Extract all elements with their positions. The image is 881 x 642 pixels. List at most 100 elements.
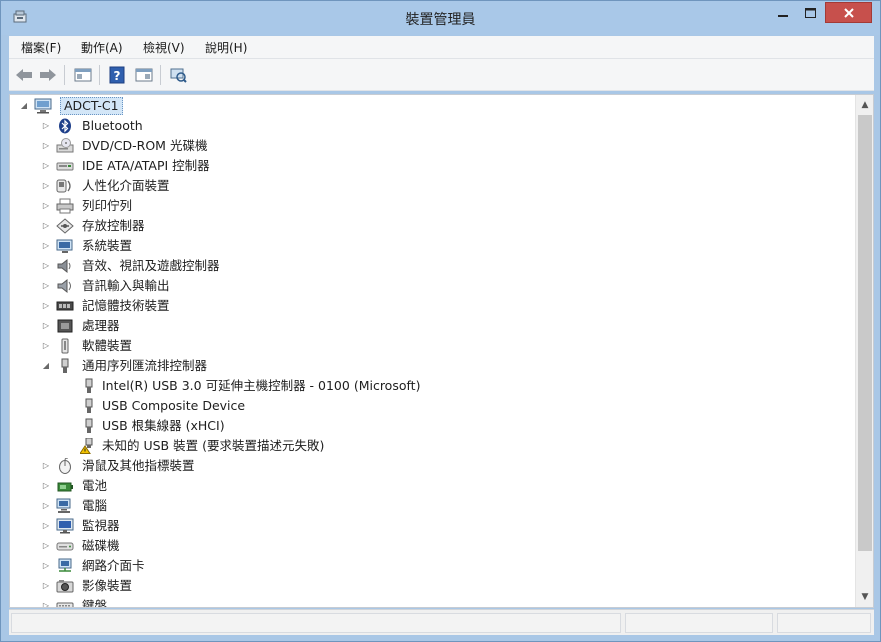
tree-device-node[interactable]: 未知的 USB 裝置 (要求裝置描述元失敗) <box>10 436 850 456</box>
expand-arrow-icon[interactable]: ▷ <box>42 601 50 607</box>
tree-node-label: USB Composite Device <box>102 398 246 413</box>
scroll-down-icon[interactable]: ▼ <box>856 589 873 605</box>
properties-pane-button[interactable] <box>72 65 94 85</box>
toolbar: ? <box>9 59 874 91</box>
expand-arrow-icon[interactable]: ▷ <box>42 181 50 190</box>
tree-node-label: 網路介面卡 <box>82 558 145 573</box>
tree-category-node[interactable]: ▷ 記憶體技術裝置 <box>10 296 850 316</box>
tree-node-label: 記憶體技術裝置 <box>82 298 170 313</box>
tree-node-label: 影像裝置 <box>82 578 133 593</box>
scroll-up-icon[interactable]: ▲ <box>856 97 873 113</box>
expand-arrow-icon[interactable]: ▷ <box>42 281 50 290</box>
tree-category-node[interactable]: ▷ 影像裝置 <box>10 576 850 596</box>
tree-device-node[interactable]: USB Composite Device <box>10 396 850 416</box>
tree-category-node[interactable]: ▷ 滑鼠及其他指標裝置 <box>10 456 850 476</box>
expand-arrow-icon[interactable]: ▷ <box>42 481 50 490</box>
usb-plug-icon <box>85 398 93 413</box>
mouse-icon <box>59 458 71 474</box>
close-icon <box>843 7 854 18</box>
bluetooth-icon <box>59 118 71 134</box>
expand-arrow-icon[interactable]: ▷ <box>42 461 50 470</box>
menu-bar: 檔案(F) 動作(A) 檢視(V) 說明(H) <box>9 36 874 59</box>
expand-arrow-icon[interactable]: ▷ <box>42 221 50 230</box>
expand-arrow-icon[interactable]: ▷ <box>42 141 50 150</box>
system-device-icon <box>56 239 73 253</box>
forward-button[interactable] <box>37 65 59 85</box>
expand-arrow-icon[interactable]: ▷ <box>42 201 50 210</box>
scan-hardware-button[interactable] <box>167 65 189 85</box>
ide-controller-icon <box>56 162 74 171</box>
view-pane-button[interactable] <box>133 65 155 85</box>
expand-arrow-icon[interactable]: ▷ <box>42 581 50 590</box>
tree-node-label: 磁碟機 <box>82 538 120 553</box>
menu-view[interactable]: 檢視(V) <box>143 39 185 56</box>
close-button[interactable] <box>825 2 872 23</box>
expand-arrow-icon[interactable]: ▷ <box>42 501 50 510</box>
tree-category-node[interactable]: ▷ 存放控制器 <box>10 216 850 236</box>
expand-arrow-icon[interactable]: ▷ <box>42 121 50 130</box>
help-button[interactable]: ? <box>106 65 128 85</box>
expand-arrow-icon[interactable]: ▷ <box>42 521 50 530</box>
tree-root-node[interactable]: ◢ ADCT-C1 <box>10 96 850 116</box>
maximize-button[interactable] <box>798 2 822 23</box>
minimize-icon <box>778 14 788 17</box>
tree-category-node[interactable]: ▷ 電池 <box>10 476 850 496</box>
processor-icon <box>57 319 73 333</box>
menu-help[interactable]: 說明(H) <box>205 39 247 56</box>
svg-text:?: ? <box>114 69 121 83</box>
storage-controller-icon <box>56 218 74 234</box>
tree-category-node[interactable]: ▷ IDE ATA/ATAPI 控制器 <box>10 156 850 176</box>
tree-category-node[interactable]: ▷ DVD/CD-ROM 光碟機 <box>10 136 850 156</box>
usb-plug-icon <box>85 378 93 393</box>
menu-action[interactable]: 動作(A) <box>81 39 123 56</box>
tree-category-node[interactable]: ▷ 列印佇列 <box>10 196 850 216</box>
tree-category-node[interactable]: ▷ 音效、視訊及遊戲控制器 <box>10 256 850 276</box>
minimize-button[interactable] <box>771 2 795 23</box>
tree-category-node[interactable]: ▷ 人性化介面裝置 <box>10 176 850 196</box>
tree-node-label: 通用序列匯流排控制器 <box>82 358 208 373</box>
toolbar-separator <box>99 65 100 85</box>
expand-arrow-icon[interactable]: ▷ <box>42 341 50 350</box>
tree-category-node[interactable]: ▷ 處理器 <box>10 316 850 336</box>
vertical-scrollbar[interactable]: ▲ ▼ <box>855 95 873 607</box>
keyboard-icon <box>56 602 74 607</box>
tree-category-node[interactable]: ▷ 磁碟機 <box>10 536 850 556</box>
expand-arrow-icon[interactable]: ▷ <box>42 261 50 270</box>
tree-node-label: 電池 <box>82 478 108 493</box>
hid-icon <box>56 179 71 193</box>
collapse-arrow-icon[interactable]: ◢ <box>20 101 28 110</box>
tree-category-node[interactable]: ▷ 音訊輸入與輸出 <box>10 276 850 296</box>
tree-category-node[interactable]: ◢ 通用序列匯流排控制器 <box>10 356 850 376</box>
tree-device-node[interactable]: USB 根集線器 (xHCI) <box>10 416 850 436</box>
tree-node-label: Bluetooth <box>82 118 143 133</box>
tree-category-node[interactable]: ▷ Bluetooth <box>10 116 850 136</box>
device-manager-window: 裝置管理員 檔案(F) 動作(A) 檢視(V) 說明(H) ? ◢ ADCT-C… <box>0 0 881 642</box>
title-bar[interactable]: 裝置管理員 <box>1 1 880 35</box>
tree-category-node[interactable]: ▷ 鍵盤 <box>10 596 850 607</box>
tree-node-label: 人性化介面裝置 <box>82 178 170 193</box>
back-arrow-icon <box>16 69 32 81</box>
expand-arrow-icon[interactable]: ▷ <box>42 541 50 550</box>
usb-warning-icon <box>80 438 93 454</box>
menu-file[interactable]: 檔案(F) <box>21 39 61 56</box>
expand-arrow-icon[interactable]: ▷ <box>42 561 50 570</box>
status-bar <box>9 609 874 635</box>
expand-arrow-icon[interactable]: ▷ <box>42 161 50 170</box>
expand-arrow-icon[interactable]: ▷ <box>42 301 50 310</box>
status-pane-right <box>777 613 871 633</box>
tree-category-node[interactable]: ▷ 電腦 <box>10 496 850 516</box>
scan-hardware-icon <box>170 68 187 83</box>
expand-arrow-icon[interactable]: ▷ <box>42 241 50 250</box>
status-pane-middle <box>625 613 773 633</box>
disk-drive-icon <box>56 542 74 551</box>
tree-device-node[interactable]: Intel(R) USB 3.0 可延伸主機控制器 - 0100 (Micros… <box>10 376 850 396</box>
back-button[interactable] <box>13 65 35 85</box>
tree-category-node[interactable]: ▷ 監視器 <box>10 516 850 536</box>
tree-category-node[interactable]: ▷ 網路介面卡 <box>10 556 850 576</box>
tree-category-node[interactable]: ▷ 軟體裝置 <box>10 336 850 356</box>
scroll-thumb[interactable] <box>858 115 872 551</box>
tree-category-node[interactable]: ▷ 系統裝置 <box>10 236 850 256</box>
collapse-arrow-icon[interactable]: ◢ <box>42 361 50 370</box>
expand-arrow-icon[interactable]: ▷ <box>42 321 50 330</box>
device-tree[interactable]: ◢ ADCT-C1 ▷ Bluetooth ▷ DVD/CD-ROM 光碟機 ▷ IDE AT… <box>9 94 874 608</box>
